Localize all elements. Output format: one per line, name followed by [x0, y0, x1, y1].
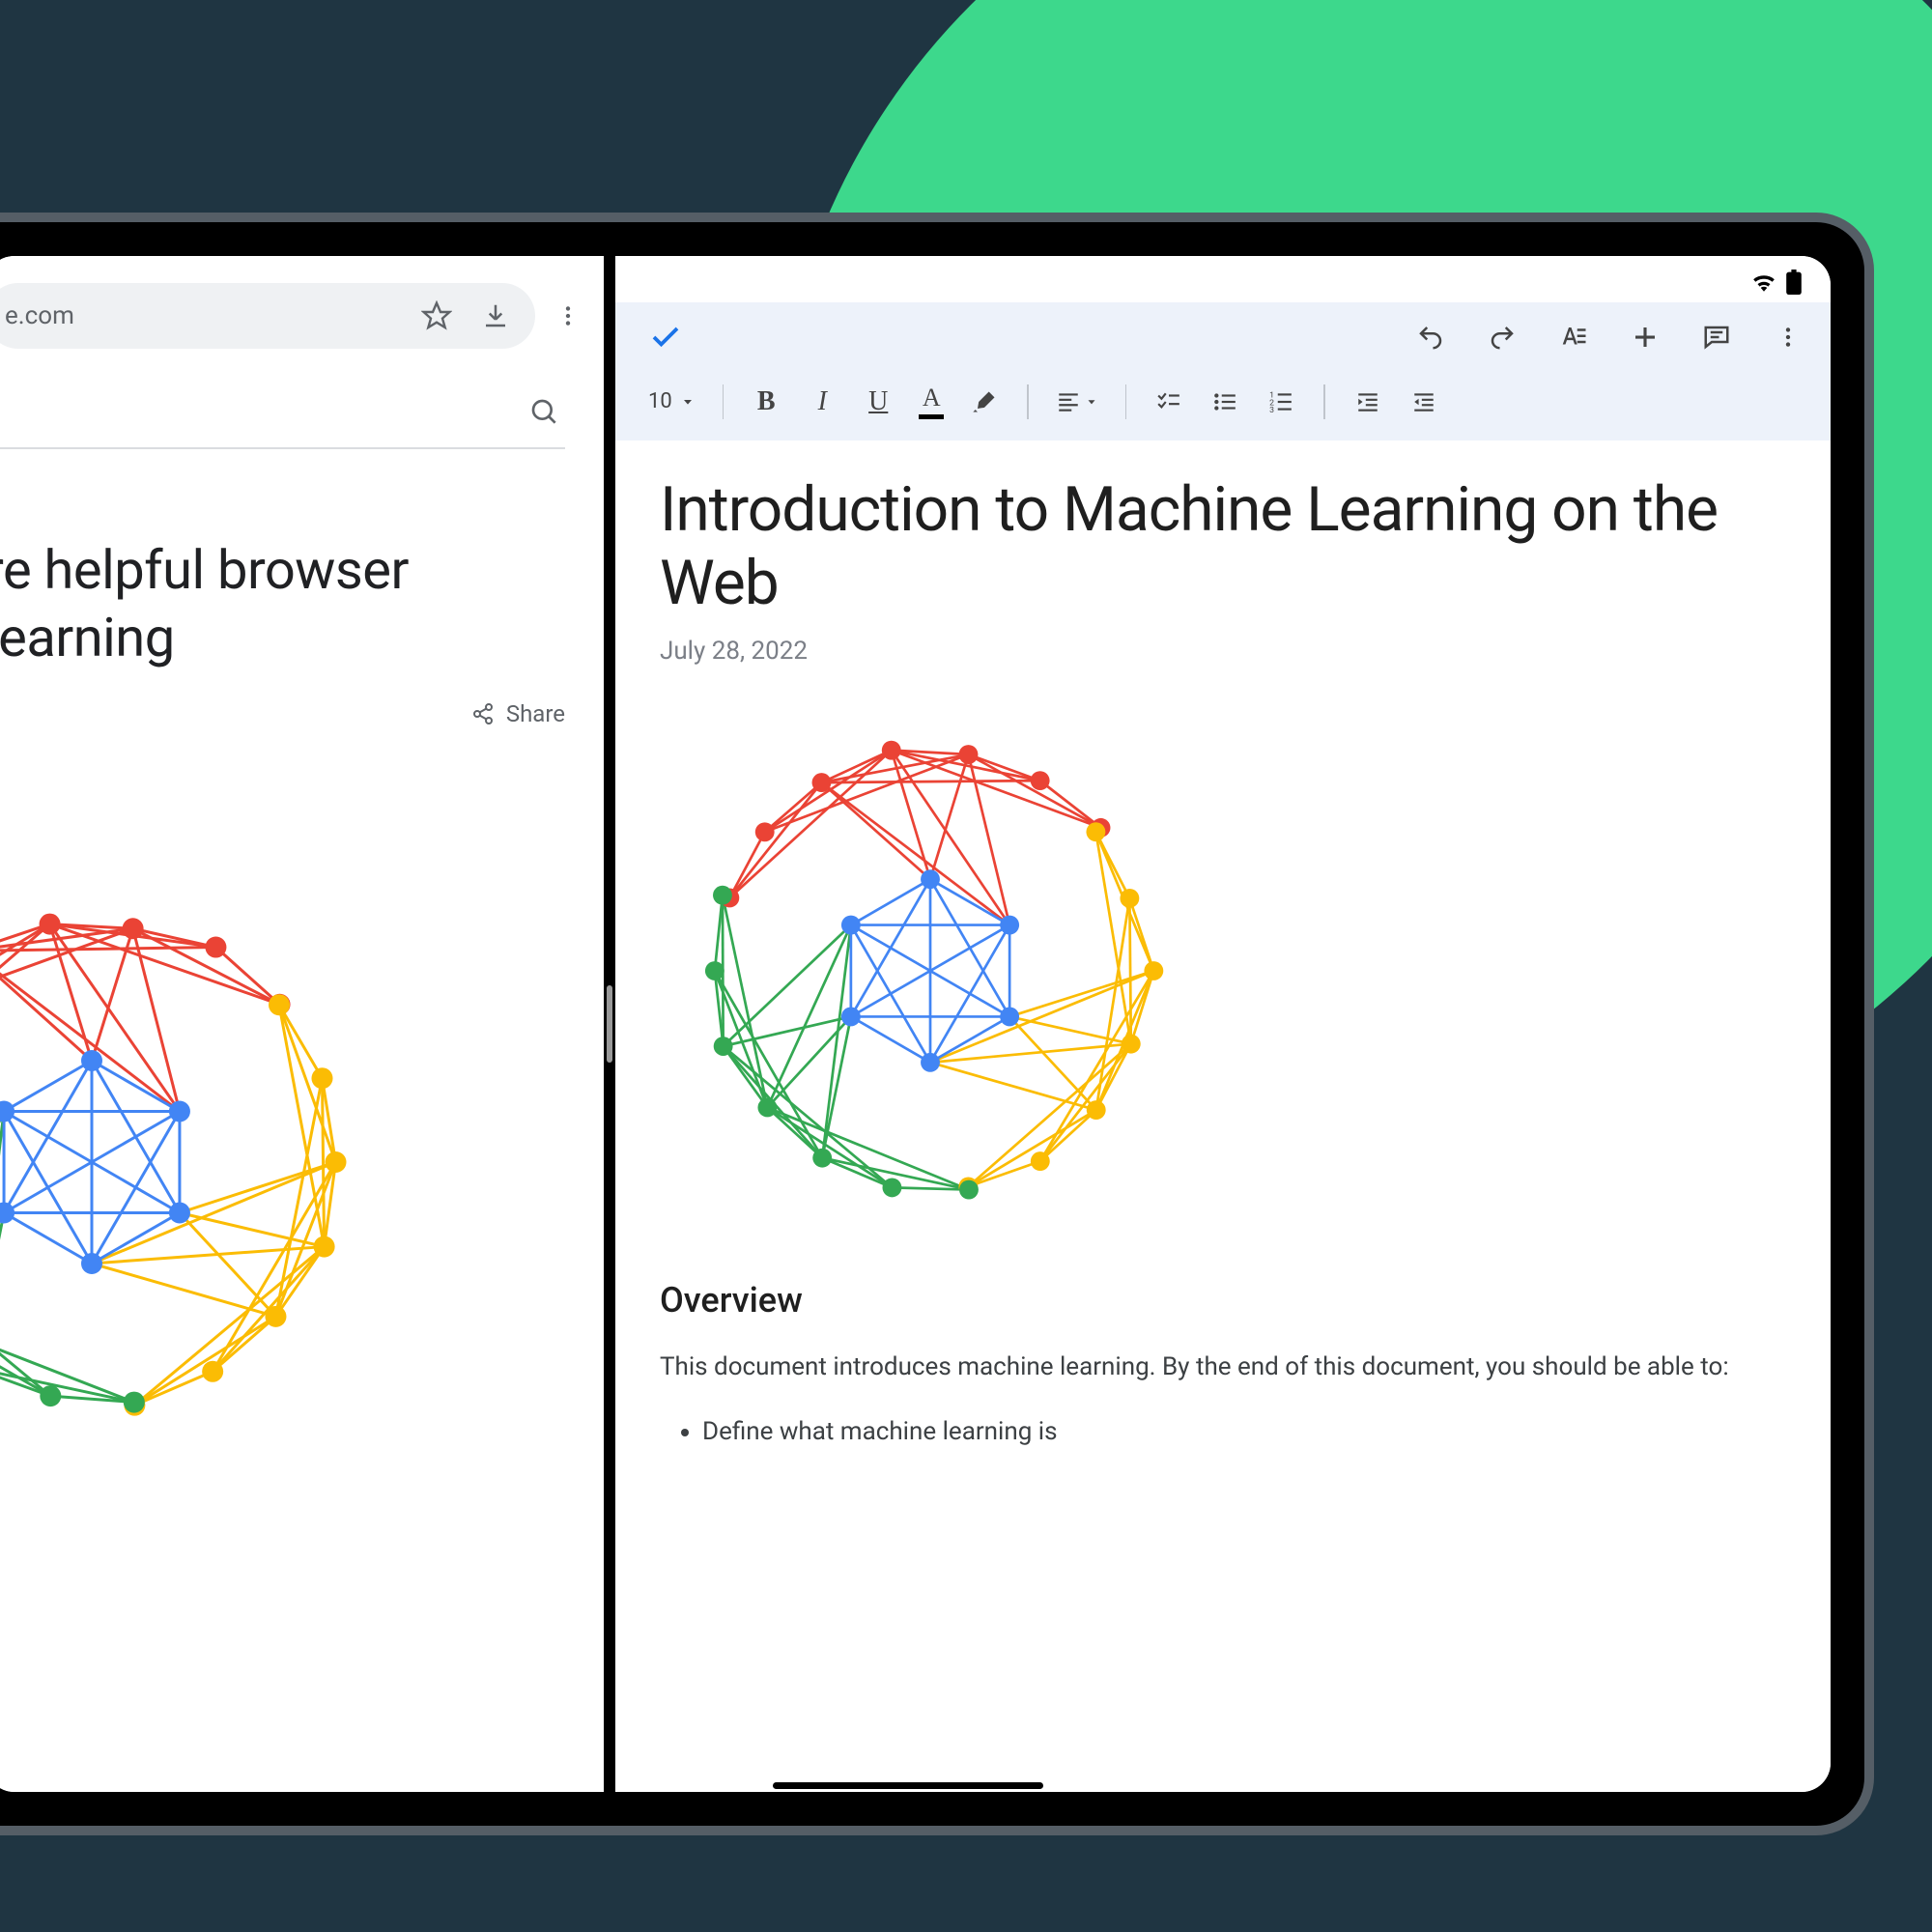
document-body[interactable]: Introduction to Machine Learning on the …: [615, 440, 1831, 1792]
share-label: Share: [506, 700, 565, 727]
done-check-icon[interactable]: [648, 320, 683, 355]
share-icon: [471, 702, 495, 725]
indent-button[interactable]: [1408, 389, 1439, 414]
font-size-selector[interactable]: 10: [648, 389, 696, 413]
browser-content: re helpful browser learning Share: [0, 368, 604, 1792]
bullet-list: Define what machine learning is: [660, 1417, 1786, 1446]
list-item: Define what machine learning is: [702, 1417, 1786, 1446]
section-heading: Overview: [660, 1280, 1786, 1321]
network-graph-image: [660, 710, 1201, 1232]
toolbar-separator: [723, 384, 724, 419]
battery-icon: [1786, 270, 1802, 295]
docs-format-toolbar: 10 B I U A: [615, 372, 1831, 440]
article-title-line: re helpful browser: [0, 538, 409, 602]
numbered-list-button[interactable]: 123: [1265, 389, 1296, 414]
article-title-line: learning: [0, 606, 175, 669]
toolbar-separator: [1125, 384, 1127, 419]
share-button[interactable]: Share: [0, 700, 565, 727]
comment-icon[interactable]: [1701, 323, 1732, 352]
checklist-button[interactable]: [1153, 389, 1184, 414]
article-title: re helpful browser learning: [0, 536, 565, 671]
text-color-button[interactable]: A: [919, 384, 944, 419]
divider-line: [0, 447, 565, 449]
omnibox-text: e.com: [0, 301, 392, 330]
browser-toolbar: e.com: [0, 256, 604, 368]
more-menu-icon[interactable]: [1773, 325, 1804, 350]
toolbar-separator: [1323, 384, 1325, 419]
split-divider[interactable]: [604, 256, 615, 1792]
text-format-icon[interactable]: [1558, 323, 1589, 352]
tablet-frame: e.com: [0, 213, 1874, 1835]
browser-pane: e.com: [0, 256, 604, 1792]
status-bar: [615, 256, 1831, 302]
align-button[interactable]: [1056, 389, 1098, 414]
font-size-value: 10: [648, 389, 672, 413]
dropdown-icon: [680, 394, 696, 410]
docs-pane: 10 B I U A: [615, 256, 1831, 1792]
tablet-screen: e.com: [0, 256, 1831, 1792]
bullet-list-button[interactable]: [1209, 389, 1240, 414]
svg-text:3: 3: [1269, 405, 1274, 413]
outdent-button[interactable]: [1352, 389, 1383, 414]
redo-icon[interactable]: [1487, 323, 1518, 352]
search-icon[interactable]: [529, 397, 560, 428]
toolbar-separator: [1027, 384, 1029, 419]
wifi-icon: [1751, 272, 1776, 292]
document-title: Introduction to Machine Learning on the …: [660, 473, 1786, 619]
underline-button[interactable]: U: [863, 386, 894, 417]
star-icon[interactable]: [421, 300, 452, 331]
undo-icon[interactable]: [1415, 323, 1446, 352]
navigation-bar[interactable]: [773, 1782, 1043, 1789]
bold-button[interactable]: B: [751, 386, 781, 417]
network-graph-image: [0, 882, 391, 1442]
highlight-button[interactable]: [969, 388, 1000, 415]
document-date: July 28, 2022: [660, 637, 1786, 666]
docs-main-toolbar: [615, 302, 1831, 372]
insert-icon[interactable]: [1630, 323, 1661, 352]
omnibox[interactable]: e.com: [0, 283, 535, 349]
download-icon[interactable]: [481, 301, 510, 330]
italic-button[interactable]: I: [807, 386, 838, 417]
browser-menu-icon[interactable]: [547, 295, 589, 337]
divider-handle[interactable]: [607, 985, 612, 1063]
paragraph: This document introduces machine learnin…: [660, 1348, 1786, 1388]
